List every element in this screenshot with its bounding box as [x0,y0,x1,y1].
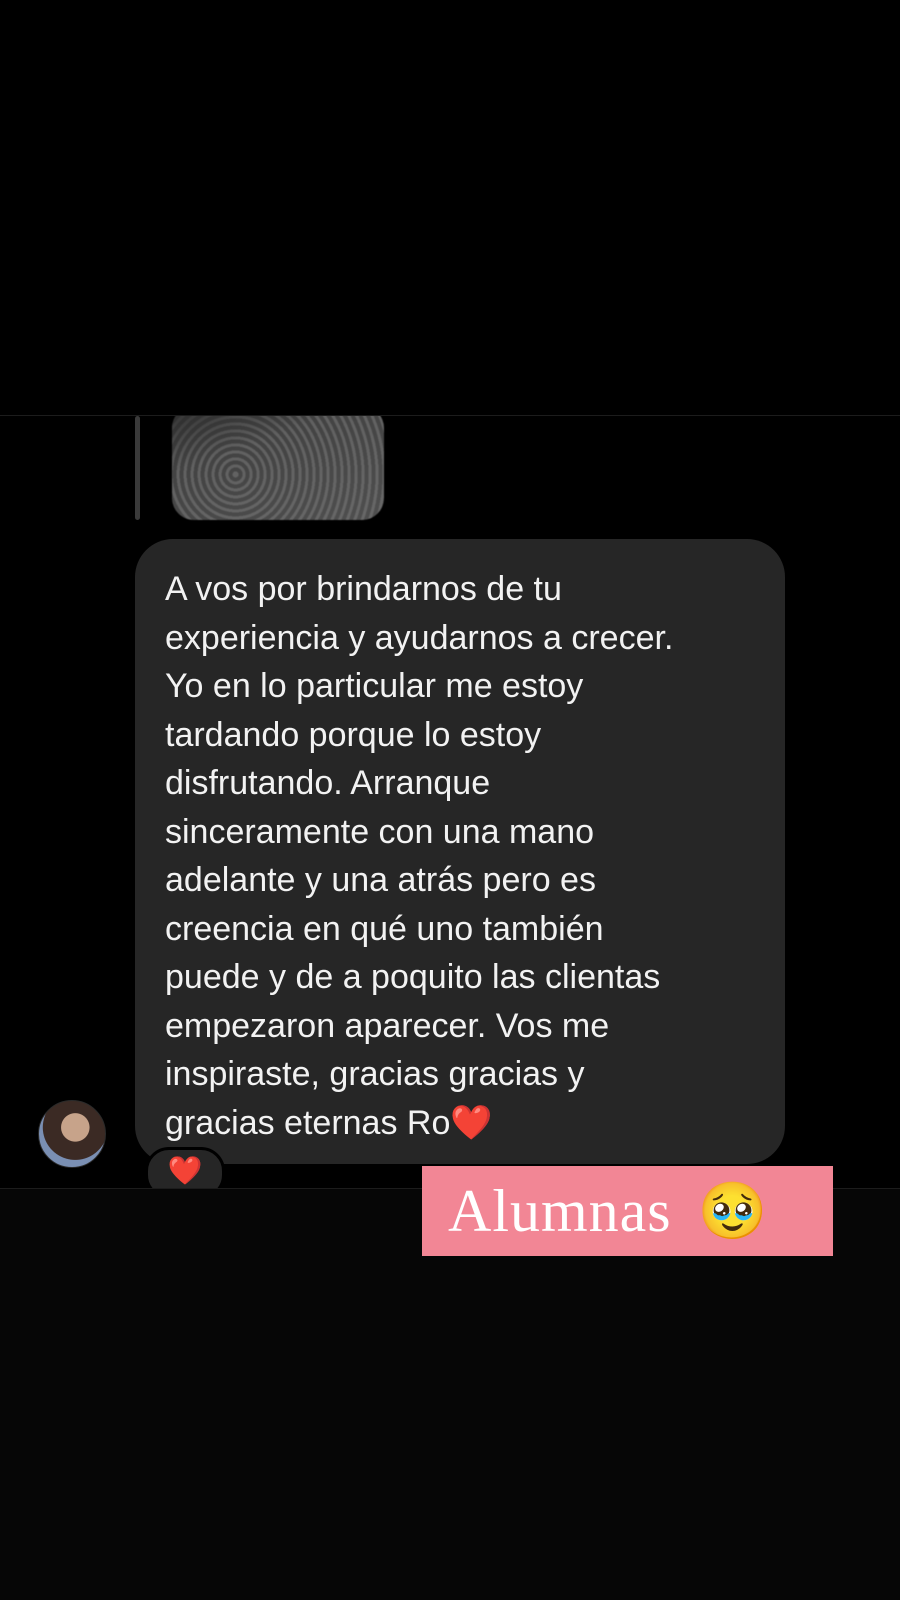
reply-image-thumbnail[interactable] [172,416,384,520]
pleading-face-icon: 🥹 [697,1179,768,1242]
overlay-label: Alumnas 🥹 [422,1166,833,1256]
message-text: A vos por brindarnos de tu experiencia y… [165,565,757,1147]
overlay-label-text: Alumnas [448,1177,672,1244]
message-body: A vos por brindarnos de tu experiencia y… [165,570,674,1142]
reaction-heart-icon[interactable]: ❤️ [145,1147,225,1188]
reply-indicator-bar [135,416,140,520]
message-bubble[interactable]: A vos por brindarnos de tu experiencia y… [135,539,785,1164]
avatar[interactable] [38,1100,106,1168]
heart-icon: ❤️ [450,1103,493,1142]
chat-thread[interactable]: A vos por brindarnos de tu experiencia y… [0,416,900,1188]
top-empty-area [0,0,900,415]
